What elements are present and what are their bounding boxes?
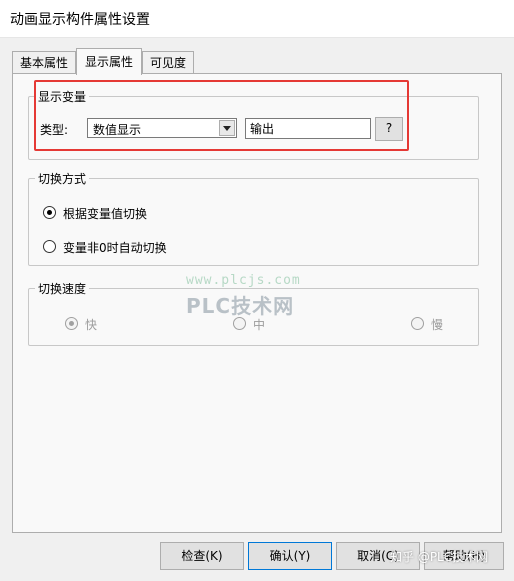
variable-help-button[interactable]: ?	[375, 117, 403, 141]
switch-speed-group: 切换速度	[28, 280, 479, 346]
expression-input[interactable]	[245, 118, 371, 139]
type-select[interactable]: 数值显示	[87, 118, 237, 138]
type-select-value: 数值显示	[93, 123, 142, 137]
tab-visibility[interactable]: 可见度	[142, 51, 194, 73]
switch-mode-legend: 切换方式	[38, 172, 87, 186]
tab-basic-properties[interactable]: 基本属性	[12, 51, 76, 73]
watermark-bottom: 知乎 @PLC技术网	[390, 550, 489, 564]
tab-display-properties[interactable]: 显示属性	[76, 48, 142, 75]
radio-speed-fast[interactable]	[65, 317, 78, 330]
check-button[interactable]: 检查(K)	[160, 542, 244, 570]
radio-auto-switch-nonzero[interactable]	[43, 240, 56, 253]
radio-auto-switch-nonzero-label: 变量非0时自动切换	[63, 241, 167, 255]
display-variable-legend: 显示变量	[38, 90, 87, 104]
chevron-down-icon[interactable]	[219, 120, 235, 136]
radio-speed-medium[interactable]	[233, 317, 246, 330]
radio-speed-medium-label: 中	[253, 318, 266, 332]
window-title: 动画显示构件属性设置	[10, 12, 150, 28]
radio-speed-fast-label: 快	[85, 318, 98, 332]
radio-switch-by-value-label: 根据变量值切换	[63, 207, 148, 221]
radio-speed-slow-label: 慢	[431, 318, 444, 332]
type-label: 类型:	[40, 123, 69, 137]
radio-speed-slow[interactable]	[411, 317, 424, 330]
confirm-button[interactable]: 确认(Y)	[248, 542, 332, 570]
switch-speed-legend: 切换速度	[38, 282, 87, 296]
title-bar: 动画显示构件属性设置	[0, 0, 514, 38]
radio-switch-by-value[interactable]	[43, 206, 56, 219]
